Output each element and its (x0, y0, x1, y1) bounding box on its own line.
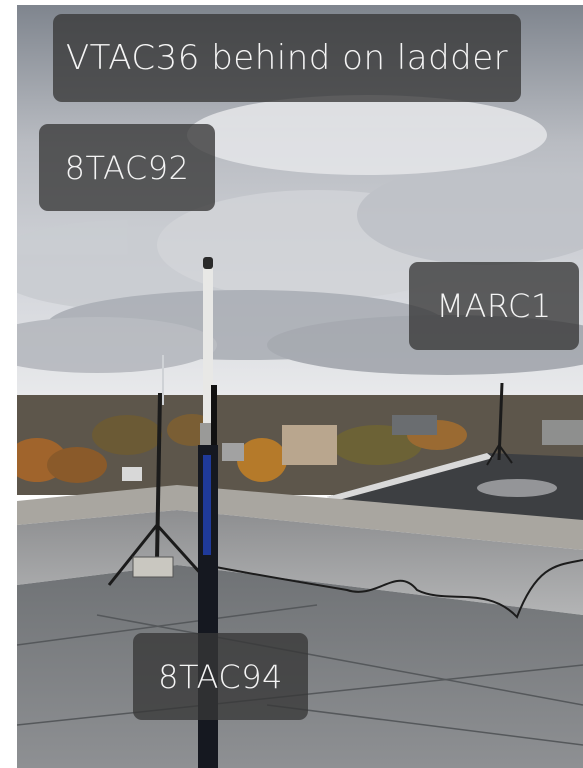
label-8tac94: 8TAC94 (133, 633, 308, 720)
label-vtac36: VTAC36 behind on ladder (53, 14, 521, 102)
label-marc1: MARC1 (409, 262, 579, 350)
label-8tac92: 8TAC92 (39, 124, 215, 211)
